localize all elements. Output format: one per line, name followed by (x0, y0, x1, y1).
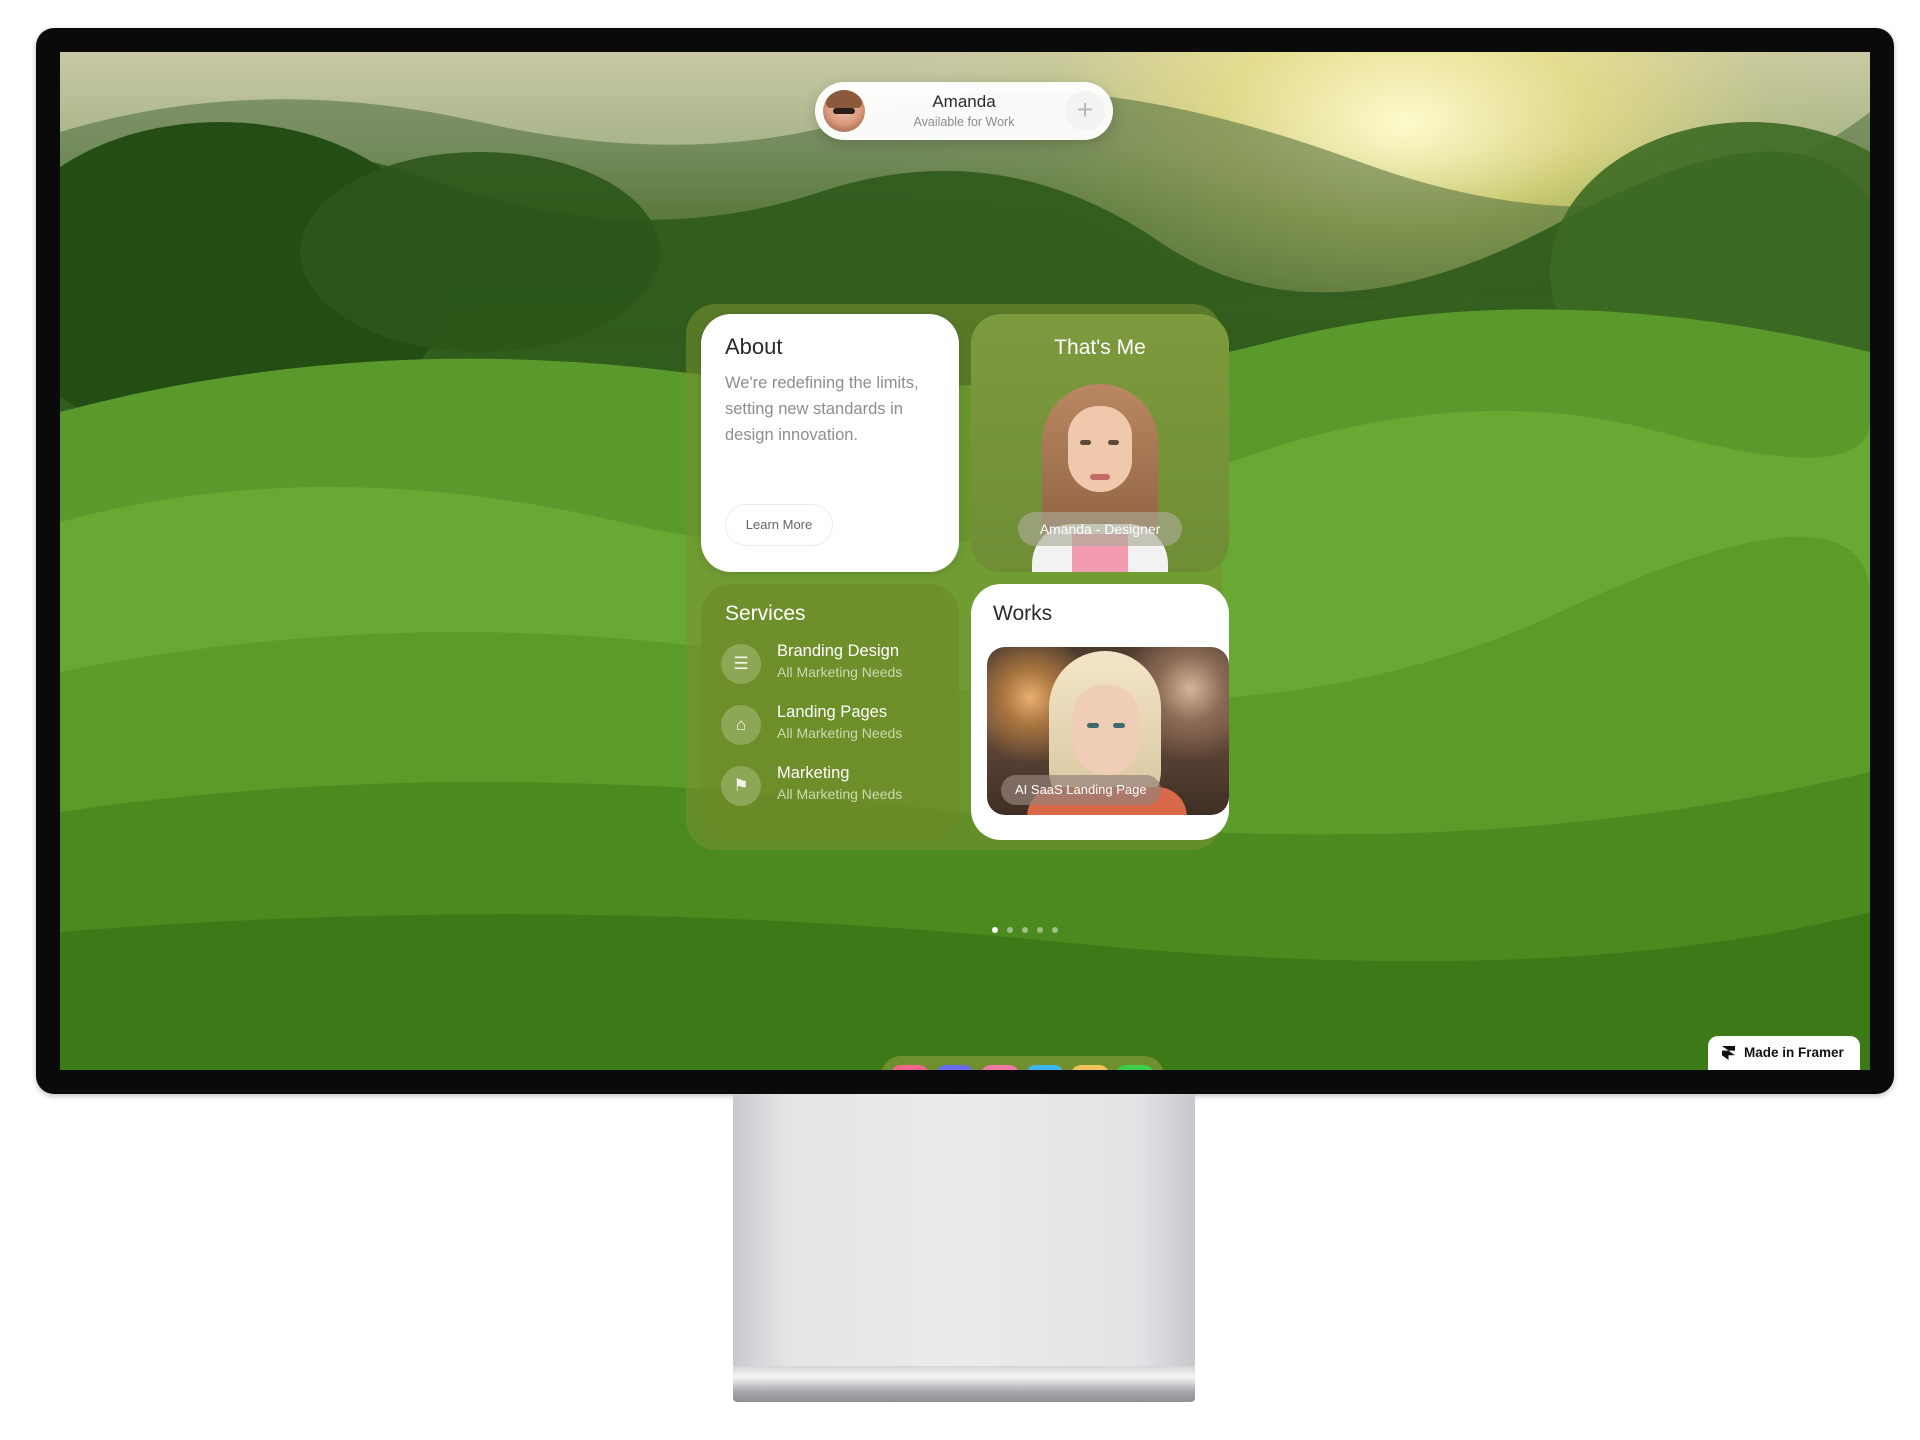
works-card: Works AI SaaS Landing Page (971, 584, 1229, 840)
dribbble-icon[interactable]: ◎ (981, 1065, 1019, 1070)
service-subtitle: All Marketing Needs (777, 786, 903, 802)
monitor-stand (733, 1094, 1195, 1384)
app-dock: ⌂ ⧩ ◎ ▭ ▯ ✉ (881, 1056, 1164, 1070)
book-icon[interactable]: ▯ (1071, 1065, 1109, 1070)
service-name: Marketing (777, 764, 850, 782)
service-item-landing-pages[interactable]: ⌂ Landing Pages All Marketing Needs (721, 699, 951, 749)
services-card: Services ☰ Branding Design All Marketing… (701, 584, 959, 840)
framer-logo-icon (1722, 1046, 1735, 1060)
pager-dots (992, 927, 1067, 935)
framer-badge-label: Made in Framer (1744, 1045, 1844, 1060)
plus-icon[interactable]: + (1065, 91, 1105, 131)
made-in-framer-badge[interactable]: Made in Framer (1708, 1036, 1860, 1070)
designer-badge: Amanda - Designer (1018, 512, 1182, 546)
database-icon: ☰ (721, 644, 761, 684)
pager-dot[interactable] (1052, 927, 1058, 933)
profile-pill[interactable]: Amanda Available for Work + (815, 82, 1113, 140)
service-item-branding[interactable]: ☰ Branding Design All Marketing Needs (721, 638, 951, 688)
about-text: We're redefining the limits, setting new… (725, 374, 919, 444)
monitor-stand-base (733, 1366, 1195, 1402)
works-title: Works (993, 602, 1053, 625)
services-title: Services (725, 602, 806, 625)
service-name: Branding Design (777, 642, 899, 660)
home-icon[interactable]: ⌂ (891, 1065, 929, 1070)
about-title: About (725, 334, 783, 359)
learn-more-button[interactable]: Learn More (725, 504, 833, 546)
service-item-marketing[interactable]: ⚑ Marketing All Marketing Needs (721, 760, 951, 810)
works-thumbnail[interactable]: AI SaaS Landing Page (987, 647, 1229, 815)
works-badge: AI SaaS Landing Page (1001, 775, 1161, 805)
window-icon[interactable]: ▭ (1026, 1065, 1064, 1070)
service-subtitle: All Marketing Needs (777, 725, 903, 741)
screen: Amanda Available for Work + About We're … (60, 52, 1870, 1070)
framer-icon[interactable]: ⧩ (936, 1065, 974, 1070)
thats-me-title: That's Me (1054, 336, 1146, 359)
pager-dot[interactable] (1007, 927, 1013, 933)
service-name: Landing Pages (777, 703, 888, 721)
pager-dot[interactable] (1022, 927, 1028, 933)
thats-me-card[interactable]: That's Me Amanda - Designer (971, 314, 1229, 572)
about-card: About We're redefining the limits, setti… (701, 314, 959, 572)
pager-dot[interactable] (1037, 927, 1043, 933)
monitor-frame: Amanda Available for Work + About We're … (36, 28, 1894, 1094)
gift-icon: ⌂ (721, 705, 761, 745)
service-subtitle: All Marketing Needs (777, 664, 903, 680)
signpost-icon: ⚑ (721, 766, 761, 806)
mail-icon[interactable]: ✉ (1116, 1065, 1154, 1070)
pager-dot[interactable] (992, 927, 998, 933)
